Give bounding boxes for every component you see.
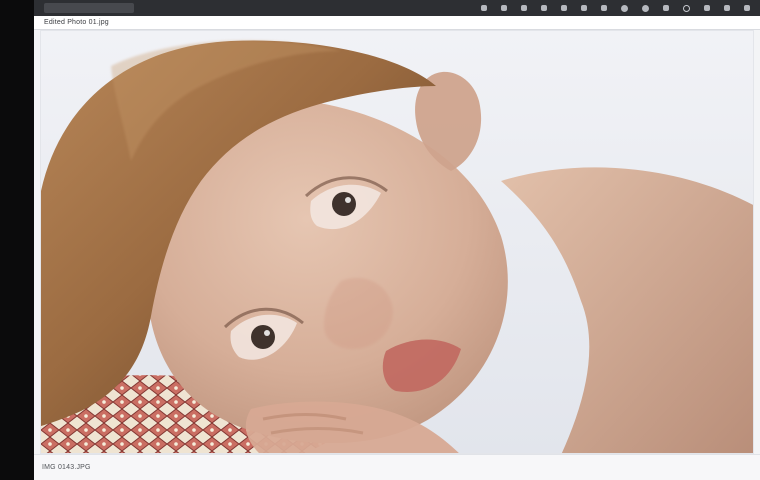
image-canvas[interactable] [40, 30, 754, 454]
redo-icon[interactable] [642, 4, 649, 12]
active-tab-indicator[interactable] [44, 3, 134, 13]
adjust-icon[interactable] [501, 5, 507, 11]
bottom-status-bar: IMG 0143.JPG [34, 454, 760, 480]
file-name-label: Edited Photo 01.jpg [44, 19, 109, 26]
editor-window: Edited Photo 01.jpg IMG 0143.JPG [34, 0, 760, 480]
brush-icon[interactable] [521, 5, 527, 11]
photo-preview [41, 31, 753, 453]
zoom-icon[interactable] [663, 5, 669, 11]
file-bar: Edited Photo 01.jpg [34, 16, 760, 30]
shape-icon[interactable] [561, 5, 567, 11]
toolbar-left [34, 0, 134, 16]
undo-icon[interactable] [621, 4, 628, 12]
status-text: IMG 0143.JPG [42, 464, 91, 471]
info-icon[interactable] [704, 5, 710, 11]
filter-icon[interactable] [581, 5, 587, 11]
text-icon[interactable] [541, 5, 547, 11]
layers-icon[interactable] [601, 5, 607, 11]
top-toolbar [34, 0, 760, 16]
export-icon[interactable] [744, 5, 750, 11]
settings-icon[interactable] [683, 4, 690, 12]
crop-icon[interactable] [481, 5, 487, 11]
share-icon[interactable] [724, 5, 730, 11]
toolbar-icons [481, 4, 760, 12]
